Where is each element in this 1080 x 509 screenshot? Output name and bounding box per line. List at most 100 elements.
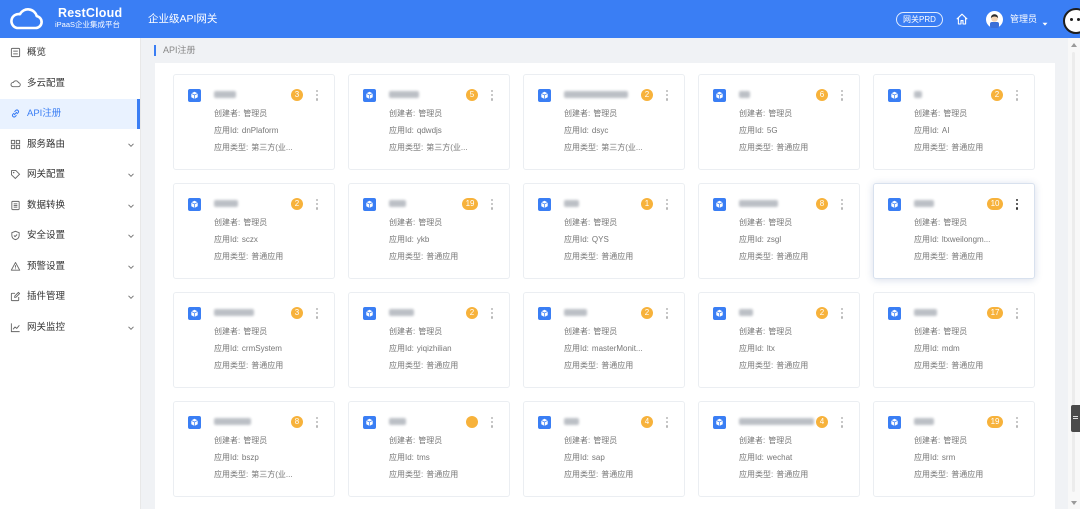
creator-line: 创建者: 管理员 bbox=[739, 218, 792, 228]
app-type-value: 普通应用 bbox=[776, 252, 809, 261]
chevron-down-icon[interactable] bbox=[127, 171, 135, 179]
scroll-up-arrow-icon[interactable] bbox=[1071, 43, 1077, 47]
more-menu-icon[interactable] bbox=[490, 199, 494, 211]
creator-line: 创建者: 管理员 bbox=[214, 436, 267, 446]
creator-line: 创建者: 管理员 bbox=[214, 218, 267, 228]
creator-line: 创建者: 管理员 bbox=[564, 327, 617, 337]
user-name[interactable]: 管理员 bbox=[1010, 14, 1037, 25]
app-card[interactable]: 2 创建者: 管理员 应用Id: dsyc 应用类型: 第三方(业... bbox=[523, 74, 685, 170]
more-menu-icon[interactable] bbox=[665, 90, 669, 102]
app-card[interactable]: 10 创建者: 管理员 应用Id: ltxweilongm... 应用类型: 普通应用 bbox=[873, 183, 1035, 279]
app-id-label: 应用Id: bbox=[739, 453, 764, 462]
app-card[interactable]: 5 创建者: 管理员 应用Id: qdwdjs 应用类型: 第三方(业... bbox=[348, 74, 510, 170]
app-type-value: 第三方(业... bbox=[601, 143, 643, 152]
sidebar-item-gateway-config[interactable]: 网关配置 bbox=[0, 160, 140, 190]
app-id-label: 应用Id: bbox=[214, 453, 239, 462]
more-menu-icon[interactable] bbox=[840, 199, 844, 211]
sidebar-item-api-register[interactable]: API注册 bbox=[0, 99, 140, 129]
sidebar-item-label: 概览 bbox=[27, 47, 47, 58]
app-card[interactable]: 4 创建者: 管理员 应用Id: sap 应用类型: 普通应用 bbox=[523, 401, 685, 497]
more-menu-icon[interactable] bbox=[840, 90, 844, 102]
cloud-logo-icon[interactable] bbox=[8, 7, 44, 31]
app-id-label: 应用Id: bbox=[914, 453, 939, 462]
app-card[interactable]: 创建者: 管理员 应用Id: tms 应用类型: 普通应用 bbox=[348, 401, 510, 497]
corner-avatar[interactable] bbox=[1063, 8, 1080, 34]
creator-label: 创建者: bbox=[739, 109, 766, 118]
more-menu-icon[interactable] bbox=[1015, 417, 1019, 429]
app-card[interactable]: 19 创建者: 管理员 应用Id: ykb 应用类型: 普通应用 bbox=[348, 183, 510, 279]
app-name-blurred bbox=[564, 200, 579, 207]
more-menu-icon[interactable] bbox=[1015, 199, 1019, 211]
more-menu-icon[interactable] bbox=[665, 199, 669, 211]
more-menu-icon[interactable] bbox=[315, 90, 319, 102]
more-menu-icon[interactable] bbox=[490, 90, 494, 102]
app-id-value: ltx bbox=[766, 344, 775, 353]
app-cube-icon bbox=[888, 307, 901, 320]
more-menu-icon[interactable] bbox=[665, 417, 669, 429]
chevron-down-icon[interactable] bbox=[127, 141, 135, 149]
chevron-down-icon[interactable] bbox=[127, 202, 135, 210]
sidebar-item-multi-cloud[interactable]: 多云配置 bbox=[0, 69, 140, 99]
environment-badge[interactable]: 网关PRD bbox=[896, 12, 943, 27]
app-card[interactable]: 8 创建者: 管理员 应用Id: bszp 应用类型: 第三方(业... bbox=[173, 401, 335, 497]
more-menu-icon[interactable] bbox=[840, 417, 844, 429]
app-id-line: 应用Id: 5G bbox=[739, 126, 778, 136]
api-count-badge: 4 bbox=[641, 416, 653, 428]
sidebar-item-service-routing[interactable]: 服务路由 bbox=[0, 130, 140, 160]
app-name-blurred bbox=[214, 200, 238, 207]
chevron-down-icon[interactable] bbox=[127, 293, 135, 301]
app-card[interactable]: 19 创建者: 管理员 应用Id: srm 应用类型: 普通应用 bbox=[873, 401, 1035, 497]
api-count-badge: 4 bbox=[816, 416, 828, 428]
app-cube-icon bbox=[888, 416, 901, 429]
more-menu-icon[interactable] bbox=[665, 308, 669, 320]
sidebar-item-label: API注册 bbox=[27, 108, 62, 119]
sidebar-item-alert-settings[interactable]: 预警设置 bbox=[0, 252, 140, 282]
home-icon[interactable] bbox=[955, 12, 969, 26]
app-card[interactable]: 3 创建者: 管理员 应用Id: dnPlaform 应用类型: 第三方(业... bbox=[173, 74, 335, 170]
sidebar-item-plugin-management[interactable]: 插件管理 bbox=[0, 282, 140, 312]
app-card[interactable]: 2 创建者: 管理员 应用Id: yiqizhilian 应用类型: 普通应用 bbox=[348, 292, 510, 388]
floating-side-tab[interactable] bbox=[1071, 405, 1080, 432]
api-count-badge: 2 bbox=[641, 89, 653, 101]
app-card[interactable]: 2 创建者: 管理员 应用Id: masterMonit... 应用类型: 普通应用 bbox=[523, 292, 685, 388]
api-count-badge: 2 bbox=[641, 307, 653, 319]
creator-label: 创建者: bbox=[564, 327, 591, 336]
app-type-value: 第三方(业... bbox=[426, 143, 468, 152]
app-id-value: 5G bbox=[766, 126, 778, 135]
app-type-line: 应用类型: 普通应用 bbox=[564, 470, 633, 480]
app-card[interactable]: 1 创建者: 管理员 应用Id: QYS 应用类型: 普通应用 bbox=[523, 183, 685, 279]
user-avatar[interactable] bbox=[986, 11, 1003, 28]
app-card[interactable]: 6 创建者: 管理员 应用Id: 5G 应用类型: 普通应用 bbox=[698, 74, 860, 170]
sidebar-item-overview[interactable]: 概览 bbox=[0, 38, 140, 68]
chevron-down-icon[interactable] bbox=[127, 324, 135, 332]
app-card[interactable]: 4 创建者: 管理员 应用Id: wechat 应用类型: 普通应用 bbox=[698, 401, 860, 497]
app-card[interactable]: 2 创建者: 管理员 应用Id: AI 应用类型: 普通应用 bbox=[873, 74, 1035, 170]
app-card[interactable]: 8 创建者: 管理员 应用Id: zsgl 应用类型: 普通应用 bbox=[698, 183, 860, 279]
app-id-line: 应用Id: srm bbox=[914, 453, 955, 463]
creator-label: 创建者: bbox=[914, 327, 941, 336]
more-menu-icon[interactable] bbox=[315, 417, 319, 429]
sidebar-item-data-transform[interactable]: 数据转换 bbox=[0, 191, 140, 221]
app-card[interactable]: 2 创建者: 管理员 应用Id: ltx 应用类型: 普通应用 bbox=[698, 292, 860, 388]
more-menu-icon[interactable] bbox=[490, 308, 494, 320]
more-menu-icon[interactable] bbox=[1015, 90, 1019, 102]
sidebar-item-gateway-monitoring[interactable]: 网关监控 bbox=[0, 313, 140, 343]
app-type-value: 普通应用 bbox=[776, 470, 809, 479]
caret-down-icon[interactable] bbox=[1041, 15, 1049, 26]
more-menu-icon[interactable] bbox=[1015, 308, 1019, 320]
more-menu-icon[interactable] bbox=[840, 308, 844, 320]
chevron-down-icon[interactable] bbox=[127, 263, 135, 271]
api-count-badge: 3 bbox=[291, 307, 303, 319]
app-card[interactable]: 2 创建者: 管理员 应用Id: sczx 应用类型: 普通应用 bbox=[173, 183, 335, 279]
app-card[interactable]: 3 创建者: 管理员 应用Id: crmSystem 应用类型: 普通应用 bbox=[173, 292, 335, 388]
more-menu-icon[interactable] bbox=[315, 308, 319, 320]
creator-line: 创建者: 管理员 bbox=[914, 436, 967, 446]
chevron-down-icon[interactable] bbox=[127, 232, 135, 240]
page-scrollbar[interactable] bbox=[1068, 38, 1080, 509]
more-menu-icon[interactable] bbox=[490, 417, 494, 429]
sidebar-item-security-settings[interactable]: 安全设置 bbox=[0, 221, 140, 251]
more-menu-icon[interactable] bbox=[315, 199, 319, 211]
app-card[interactable]: 17 创建者: 管理员 应用Id: mdm 应用类型: 普通应用 bbox=[873, 292, 1035, 388]
scroll-down-arrow-icon[interactable] bbox=[1071, 501, 1077, 505]
app-name-blurred bbox=[389, 418, 406, 425]
